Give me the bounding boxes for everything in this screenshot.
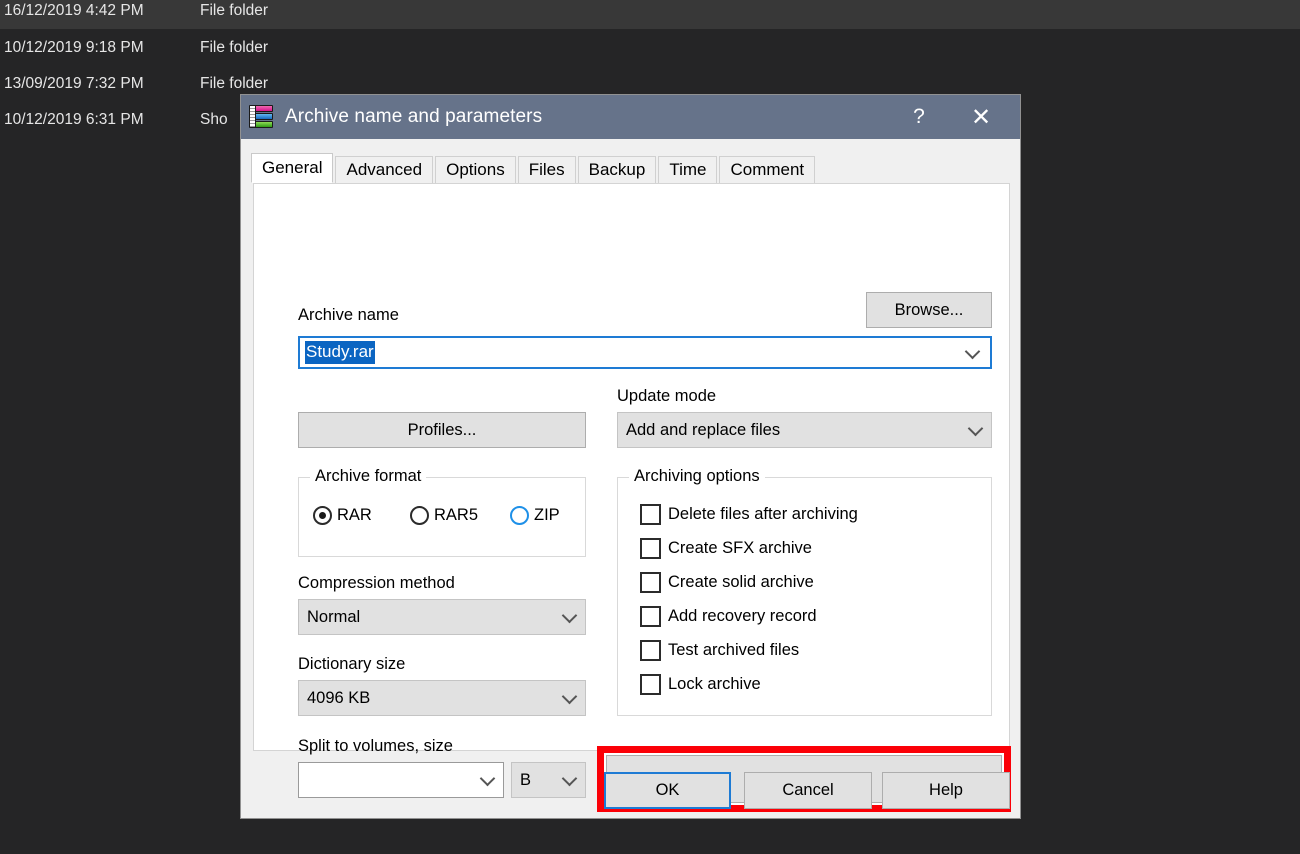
file-type: File folder [200,74,269,92]
file-type: File folder [200,38,269,56]
compression-method-value: Normal [307,607,361,626]
tab-time[interactable]: Time [658,156,718,183]
split-to-volumes-label: Split to volumes, size [298,737,453,755]
table-row[interactable]: 16/12/2019 4:42 PM File folder [0,0,1300,29]
checkbox-indicator [640,504,661,525]
update-mode-value: Add and replace files [626,420,781,439]
tab-bar: General Advanced Options Files Backup Ti… [251,153,1020,183]
update-mode-label: Update mode [617,387,717,405]
file-date: 10/12/2019 9:18 PM [4,38,144,56]
dictionary-size-value: 4096 KB [307,688,371,707]
tab-files[interactable]: Files [517,156,576,183]
checkbox-add-recovery-record[interactable]: Add recovery record [640,606,817,627]
winrar-books-icon [249,104,275,130]
chevron-down-icon[interactable] [561,770,578,787]
archive-format-group: Archive format RAR RAR5 ZIP [298,467,586,557]
close-icon[interactable]: ✕ [958,95,1004,139]
checkbox-label: Add recovery record [668,607,817,625]
file-date: 10/12/2019 6:31 PM [4,110,144,128]
update-mode-select[interactable]: Add and replace files [617,412,992,448]
split-unit-select[interactable]: B [511,762,586,798]
ok-button[interactable]: OK [604,772,731,809]
radio-label: ZIP [534,506,560,524]
checkbox-indicator [640,674,661,695]
chevron-down-icon[interactable] [561,688,578,705]
split-unit-value: B [520,770,532,789]
tab-options[interactable]: Options [435,156,516,183]
browse-button[interactable]: Browse... [866,292,992,328]
dictionary-size-select[interactable]: 4096 KB [298,680,586,716]
checkbox-label: Create SFX archive [668,539,812,557]
chevron-down-icon[interactable] [561,607,578,624]
chevron-down-icon[interactable] [479,770,496,787]
radio-rar[interactable]: RAR [313,506,372,525]
checkbox-indicator [640,606,661,627]
archiving-options-label: Archiving options [629,467,765,486]
checkbox-indicator [640,640,661,661]
checkbox-label: Delete files after archiving [668,505,858,523]
archive-name-input[interactable]: Study.rar [298,336,992,369]
checkbox-delete-files-after-archiving[interactable]: Delete files after archiving [640,504,858,525]
radio-label: RAR [337,506,372,524]
dialog-titlebar[interactable]: Archive name and parameters ? ✕ [241,95,1020,139]
checkbox-lock-archive[interactable]: Lock archive [640,674,761,695]
cancel-button[interactable]: Cancel [744,772,872,809]
dictionary-size-label: Dictionary size [298,655,406,673]
split-size-input[interactable] [298,762,504,798]
compression-method-label: Compression method [298,574,455,592]
file-date: 16/12/2019 4:42 PM [4,1,144,19]
general-tab-panel: Archive name Browse... Study.rar Profile… [253,183,1011,812]
radio-rar5[interactable]: RAR5 [410,506,478,525]
radio-indicator [410,506,429,525]
radio-indicator [510,506,529,525]
archive-format-label: Archive format [310,467,427,486]
checkbox-indicator [640,538,661,559]
tab-advanced[interactable]: Advanced [335,156,434,183]
checkbox-test-archived-files[interactable]: Test archived files [640,640,799,661]
help-icon[interactable]: ? [896,95,942,139]
table-row[interactable]: 10/12/2019 9:18 PM File folder [0,29,1300,66]
archiving-options-group: Archiving options Delete files after arc… [617,467,992,716]
chevron-down-icon[interactable] [967,420,984,437]
checkbox-create-solid-archive[interactable]: Create solid archive [640,572,814,593]
chevron-down-icon[interactable] [964,343,981,359]
tab-comment[interactable]: Comment [719,156,816,183]
archive-name-value: Study.rar [305,341,375,364]
checkbox-label: Test archived files [668,641,800,659]
radio-label: RAR5 [434,506,479,524]
checkbox-indicator [640,572,661,593]
archive-name-and-parameters-dialog: Archive name and parameters ? ✕ General … [240,94,1021,819]
tab-backup[interactable]: Backup [577,156,657,183]
file-date: 13/09/2019 7:32 PM [4,74,144,92]
checkbox-label: Create solid archive [668,573,814,591]
radio-zip[interactable]: ZIP [510,506,560,525]
checkbox-label: Lock archive [668,675,761,693]
checkbox-create-sfx-archive[interactable]: Create SFX archive [640,538,812,559]
profiles-button[interactable]: Profiles... [298,412,586,448]
radio-indicator [313,506,332,525]
help-button[interactable]: Help [882,772,1010,809]
file-type: File folder [200,1,269,19]
dialog-title: Archive name and parameters [285,106,543,127]
compression-method-select[interactable]: Normal [298,599,586,635]
tab-general[interactable]: General [251,153,334,183]
archive-name-label: Archive name [298,306,399,324]
